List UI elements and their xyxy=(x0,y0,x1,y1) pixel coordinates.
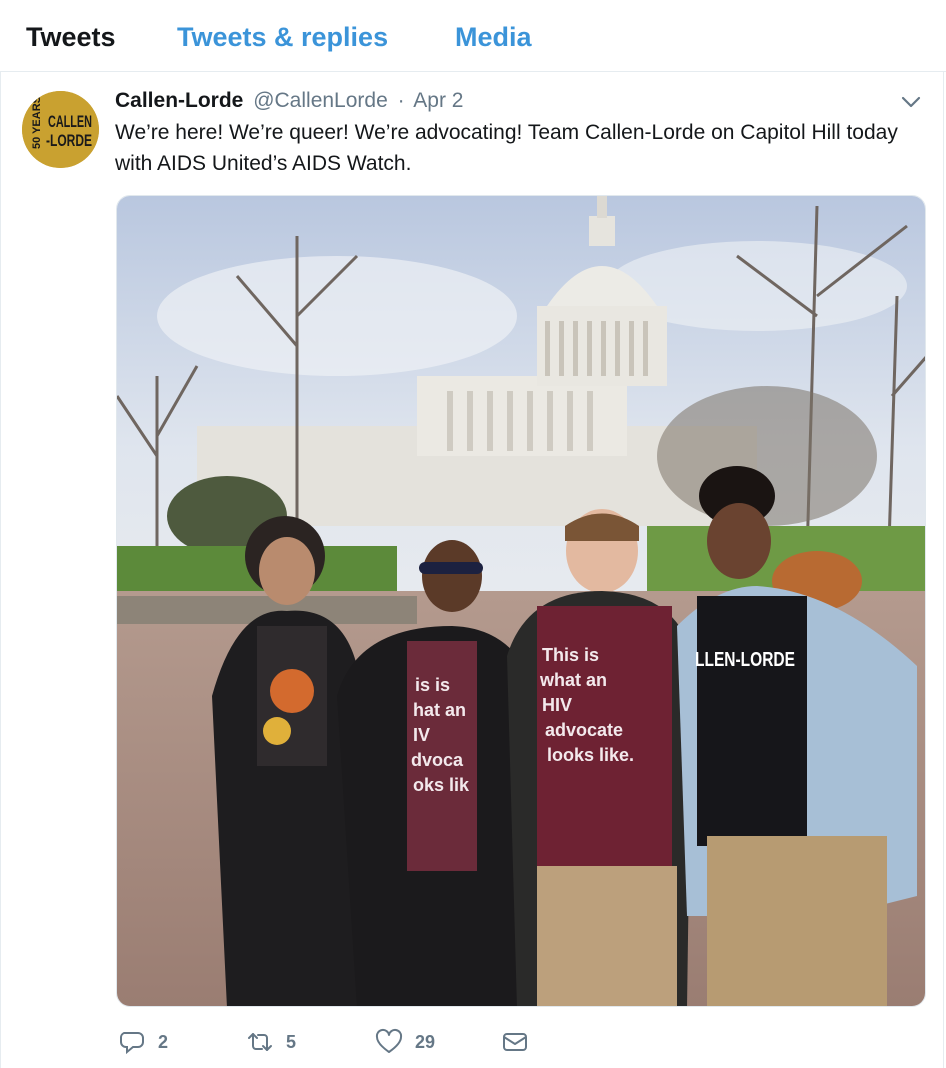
avatar[interactable]: 50 YEARS CALLEN -LORDE xyxy=(22,91,99,168)
svg-text:oks lik: oks lik xyxy=(413,775,470,795)
tweet-date[interactable]: Apr 2 xyxy=(413,89,463,112)
separator-dot: · xyxy=(397,89,405,112)
tab-tweets-and-replies[interactable]: Tweets & replies xyxy=(177,22,388,53)
like-count: 29 xyxy=(415,1031,436,1052)
chevron-down-icon[interactable] xyxy=(899,94,923,110)
svg-text:IV: IV xyxy=(413,725,430,745)
svg-text:LLEN-LORDE: LLEN-LORDE xyxy=(695,649,795,671)
retweet-icon xyxy=(246,1028,274,1056)
callen-lorde-logo: 50 YEARS CALLEN -LORDE xyxy=(22,91,99,168)
tab-tweets[interactable]: Tweets xyxy=(26,22,116,53)
svg-text:CALLEN: CALLEN xyxy=(48,112,92,131)
tweet-actions: 2 5 29 xyxy=(1,1024,945,1060)
author-name[interactable]: Callen-Lorde xyxy=(115,89,243,112)
direct-message-button[interactable] xyxy=(501,1024,529,1060)
retweet-count: 5 xyxy=(286,1031,297,1052)
tab-media[interactable]: Media xyxy=(455,22,532,53)
like-button[interactable]: 29 xyxy=(375,1024,435,1060)
retweet-button[interactable]: 5 xyxy=(246,1024,296,1060)
svg-text:HIV: HIV xyxy=(542,695,572,715)
profile-tabs: Tweets Tweets & replies Media xyxy=(0,0,946,72)
svg-text:is is: is is xyxy=(415,675,450,695)
svg-text:looks like.: looks like. xyxy=(547,745,634,765)
svg-text:dvoca: dvoca xyxy=(411,750,464,770)
svg-text:hat an: hat an xyxy=(413,700,466,720)
tweet-photo[interactable]: is is hat an IV dvoca oks lik This is wh… xyxy=(116,195,926,1007)
tweet[interactable]: 50 YEARS CALLEN -LORDE Callen-Lorde @Cal… xyxy=(0,72,944,1068)
svg-text:This is: This is xyxy=(542,645,599,665)
svg-text:50 YEARS: 50 YEARS xyxy=(31,96,43,149)
reply-button[interactable]: 2 xyxy=(118,1024,168,1060)
author-handle[interactable]: @CallenLorde xyxy=(253,89,388,112)
envelope-icon xyxy=(501,1028,529,1056)
reply-count: 2 xyxy=(158,1031,169,1052)
tweet-text: We’re here! We’re queer! We’re advocatin… xyxy=(115,121,898,175)
heart-icon xyxy=(375,1028,403,1056)
svg-text:-LORDE: -LORDE xyxy=(46,131,92,150)
tweet-header: Callen-Lorde @CallenLorde · Apr 2 xyxy=(115,89,464,113)
svg-text:advocate: advocate xyxy=(545,720,623,740)
svg-text:what an: what an xyxy=(539,670,607,690)
reply-icon xyxy=(118,1028,146,1056)
